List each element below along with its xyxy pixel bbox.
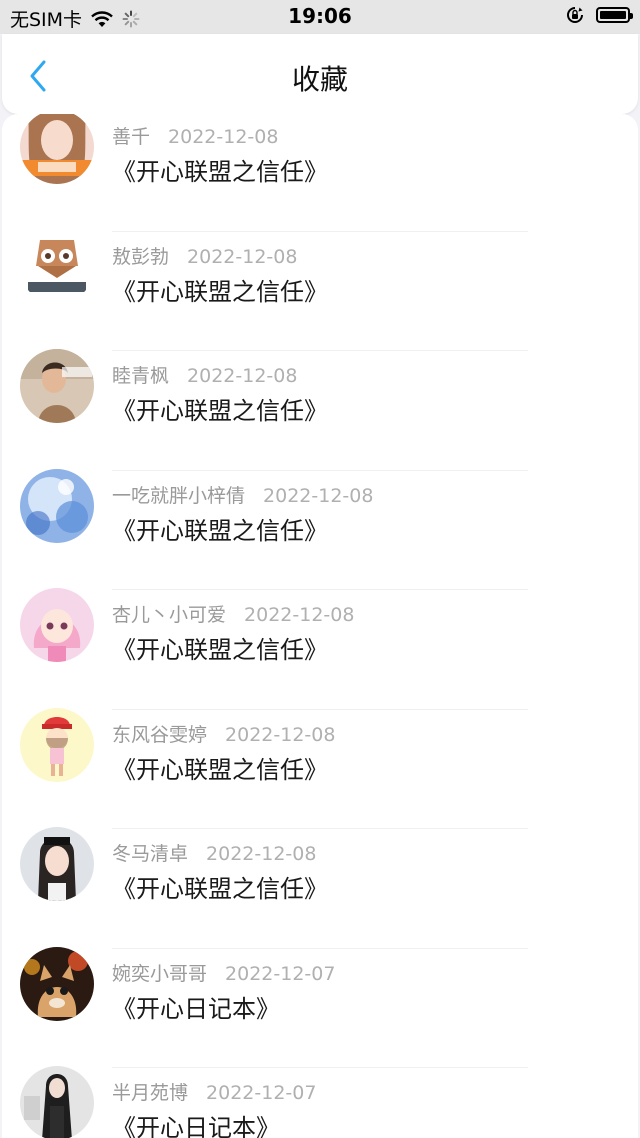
avatar — [20, 827, 94, 901]
item-meta: 半月苑博 2022-12-07 — [112, 1078, 316, 1105]
avatar — [20, 349, 94, 423]
avatar — [20, 468, 94, 543]
nav-bar: 收藏 — [2, 34, 638, 114]
item-meta: 一吃就胖小梓倩 2022-12-08 — [112, 481, 373, 508]
item-date: 2022-12-07 — [225, 962, 336, 985]
page-title: 收藏 — [291, 63, 348, 96]
item-author: 婉奕小哥哥 — [112, 962, 208, 985]
item-author: 杏儿丶小可爱 — [112, 604, 227, 626]
avatar — [20, 946, 94, 1021]
item-meta: 睦青枫 2022-12-08 — [112, 361, 297, 388]
item-date: 2022-12-08 — [187, 245, 298, 268]
status-time: 19:06 — [288, 4, 352, 28]
item-date: 2022-12-08 — [225, 723, 336, 746]
avatar — [20, 1066, 94, 1138]
item-author: 一吃就胖小梓倩 — [112, 484, 246, 507]
item-date: 2022-12-08 — [244, 604, 355, 626]
avatar — [20, 229, 94, 304]
item-date: 2022-12-07 — [206, 1082, 317, 1104]
status-bar: 无SIM卡 19:06 — [0, 0, 640, 34]
item-date: 2022-12-08 — [168, 126, 279, 148]
item-author: 东风谷雯婷 — [112, 723, 208, 746]
list-item[interactable]: 杏儿丶小可爱 2022-12-08 《开心联盟之信任》 — [2, 588, 638, 712]
divider — [112, 947, 528, 949]
item-meta: 东风谷雯婷 2022-12-08 — [112, 720, 335, 747]
divider — [112, 350, 528, 351]
list-item[interactable]: 睦青枫 2022-12-08 《开心联盟之信任》 — [2, 349, 638, 473]
avatar — [20, 114, 94, 184]
item-title: 《开心日记本》 — [112, 994, 280, 1023]
divider — [112, 708, 528, 710]
item-title: 《开心联盟之信任》 — [112, 636, 328, 664]
item-title: 《开心日记本》 — [112, 1114, 280, 1138]
item-title: 《开心联盟之信任》 — [112, 755, 328, 784]
item-meta: 冬马清卓 2022-12-08 — [112, 839, 316, 866]
list-item[interactable]: 东风谷雯婷 2022-12-08 《开心联盟之信任》 — [2, 707, 638, 832]
list-item[interactable]: 半月苑博 2022-12-07 《开心日记本》 — [2, 1066, 638, 1138]
battery-level — [600, 11, 626, 19]
divider — [112, 230, 528, 232]
avatar — [20, 588, 94, 662]
item-title: 《开心联盟之信任》 — [112, 158, 328, 186]
item-title: 《开心联盟之信任》 — [112, 516, 328, 545]
item-meta: 杏儿丶小可爱 2022-12-08 — [112, 600, 354, 627]
divider — [112, 589, 528, 590]
item-date: 2022-12-08 — [187, 365, 298, 387]
divider — [112, 1067, 528, 1068]
item-author: 敖彭勃 — [112, 245, 170, 268]
item-author: 睦青枫 — [112, 365, 170, 387]
list-item[interactable]: 敖彭勃 2022-12-08 《开心联盟之信任》 — [2, 229, 638, 354]
item-title: 《开心联盟之信任》 — [112, 397, 328, 425]
status-right — [566, 6, 633, 24]
item-author: 冬马清卓 — [112, 843, 189, 865]
item-title: 《开心联盟之信任》 — [112, 277, 328, 306]
item-meta: 敖彭勃 2022-12-08 — [112, 242, 297, 269]
item-meta: 婉奕小哥哥 2022-12-07 — [112, 959, 335, 986]
item-title: 《开心联盟之信任》 — [112, 875, 328, 903]
avatar — [20, 707, 94, 782]
list-item[interactable]: 冬马清卓 2022-12-08 《开心联盟之信任》 — [2, 827, 638, 951]
battery-icon — [596, 7, 633, 23]
list-item[interactable]: 一吃就胖小梓倩 2022-12-08 《开心联盟之信任》 — [2, 468, 638, 593]
list-item[interactable]: 婉奕小哥哥 2022-12-07 《开心日记本》 — [2, 946, 638, 1071]
divider — [112, 469, 528, 471]
item-date: 2022-12-08 — [263, 484, 374, 507]
rotation-lock-icon — [566, 6, 584, 24]
favorites-list: 善千 2022-12-08 《开心联盟之信任》 敖彭勃 2022-12-08 《开心… — [2, 114, 638, 1138]
item-author: 善千 — [112, 126, 151, 148]
item-date: 2022-12-08 — [206, 843, 317, 865]
list-item[interactable]: 善千 2022-12-08 《开心联盟之信任》 — [2, 114, 638, 234]
item-author: 半月苑博 — [112, 1082, 189, 1104]
divider — [112, 828, 528, 829]
item-meta: 善千 2022-12-08 — [112, 122, 278, 149]
